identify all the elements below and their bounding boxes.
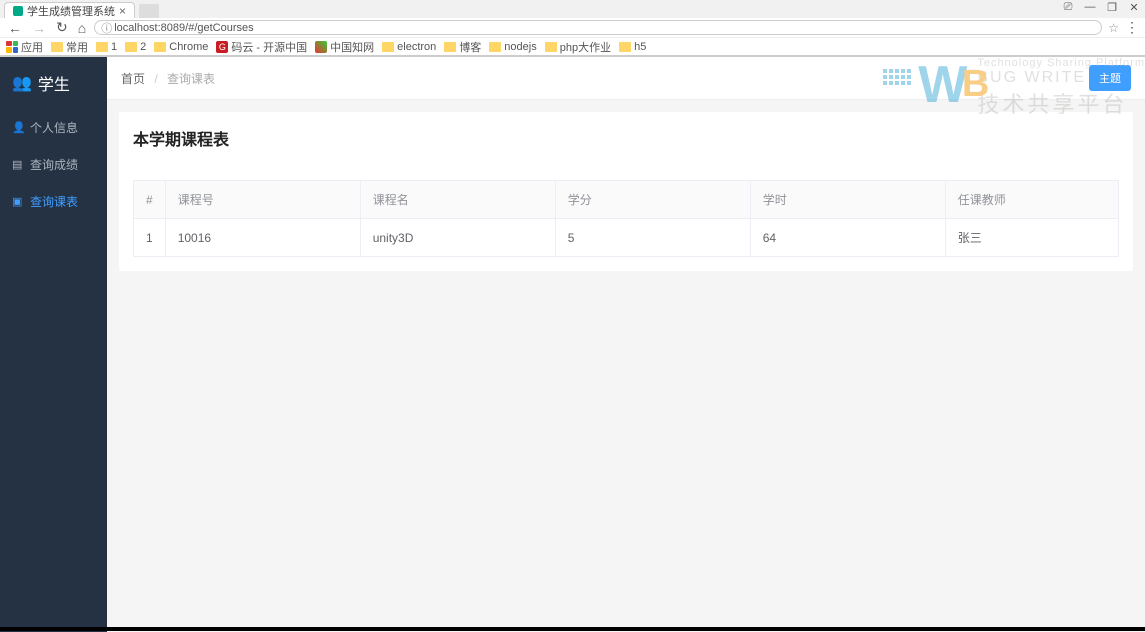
folder-icon [382, 42, 394, 52]
nav-label: 查询课表 [30, 193, 78, 210]
new-tab-button[interactable] [139, 4, 159, 18]
breadcrumb: 首页 / 查询课表 [121, 70, 215, 87]
minimize-icon[interactable]: — [1083, 2, 1097, 12]
apps-icon [6, 41, 18, 53]
bookmark-folder[interactable]: Chrome [154, 41, 208, 53]
sidebar-item-grades[interactable]: ▤ 查询成绩 [0, 146, 107, 183]
th-hours: 学时 [750, 181, 945, 219]
browser-tab[interactable]: 学生成绩管理系统 × [4, 2, 135, 18]
sidebar: 👥 学生 👤 个人信息 ▤ 查询成绩 ▣ 查询课表 [0, 57, 107, 632]
th-course-no: 课程号 [165, 181, 360, 219]
folder-icon [96, 42, 108, 52]
td-hours: 64 [750, 219, 945, 257]
bookmark-folder[interactable]: php大作业 [545, 39, 611, 55]
table-header-row: # 课程号 课程名 学分 学时 任课教师 [134, 181, 1119, 219]
back-button[interactable]: ← [6, 20, 24, 36]
user-icon: 👤 [12, 121, 24, 134]
folder-icon [444, 42, 456, 52]
bookmark-folder[interactable]: h5 [619, 41, 646, 53]
nav-label: 个人信息 [30, 119, 78, 136]
folder-icon [489, 42, 501, 52]
bookmark-folder[interactable]: electron [382, 41, 436, 53]
course-card: 本学期课程表 # 课程号 课程名 学分 学时 任课教师 [119, 112, 1133, 271]
table-row: 1 10016 unity3D 5 64 张三 [134, 219, 1119, 257]
info-icon: ⓘ [101, 20, 112, 36]
users-icon: 👥 [12, 73, 32, 93]
folder-icon [125, 42, 137, 52]
url-text: localhost:8089/#/getCourses [114, 22, 253, 34]
sidebar-title: 学生 [38, 71, 70, 95]
sidebar-header: 👥 学生 [0, 57, 107, 109]
td-index: 1 [134, 219, 166, 257]
tab-close-icon[interactable]: × [119, 4, 126, 18]
folder-icon [51, 42, 63, 52]
th-credit: 学分 [555, 181, 750, 219]
breadcrumb-home[interactable]: 首页 [121, 72, 145, 86]
bookmarks-bar: 应用 常用 1 2 Chrome G码云 - 开源中国 中国知网 electro… [0, 38, 1145, 56]
book-icon: ▣ [12, 195, 24, 208]
favicon-icon [13, 6, 23, 16]
tab-title: 学生成绩管理系统 [27, 3, 115, 19]
bookmark-gitee[interactable]: G码云 - 开源中国 [216, 39, 307, 55]
td-teacher: 张三 [945, 219, 1118, 257]
bookmark-folder[interactable]: 博客 [444, 39, 481, 55]
home-button[interactable]: ⌂ [76, 20, 88, 36]
th-index: # [134, 181, 166, 219]
sidebar-item-courses[interactable]: ▣ 查询课表 [0, 183, 107, 220]
account-icon[interactable]: ⎚ [1061, 2, 1075, 12]
bookmark-folder[interactable]: 2 [125, 41, 146, 53]
bookmark-star-icon[interactable]: ☆ [1108, 21, 1119, 35]
forward-button[interactable]: → [30, 20, 48, 36]
bookmark-folder[interactable]: 1 [96, 41, 117, 53]
apps-bookmark[interactable]: 应用 [6, 39, 43, 55]
theme-button[interactable]: 主题 [1089, 65, 1131, 91]
breadcrumb-current: 查询课表 [167, 72, 215, 86]
th-teacher: 任课教师 [945, 181, 1118, 219]
td-course-no: 10016 [165, 219, 360, 257]
td-course-name: unity3D [360, 219, 555, 257]
folder-icon [545, 42, 557, 52]
nav-label: 查询成绩 [30, 156, 78, 173]
apps-label: 应用 [21, 39, 43, 55]
folder-icon [154, 42, 166, 52]
folder-icon [619, 42, 631, 52]
bookmark-folder[interactable]: 常用 [51, 39, 88, 55]
course-table: # 课程号 课程名 学分 学时 任课教师 1 10016 unity3D [133, 180, 1119, 257]
reload-button[interactable]: ↻ [54, 19, 70, 36]
card-title: 本学期课程表 [133, 126, 1119, 150]
close-icon[interactable]: ✕ [1127, 2, 1141, 12]
gitee-icon: G [216, 41, 228, 53]
sidebar-item-profile[interactable]: 👤 个人信息 [0, 109, 107, 146]
breadcrumb-separator: / [154, 72, 157, 86]
maximize-icon[interactable]: ❐ [1105, 2, 1119, 12]
th-course-name: 课程名 [360, 181, 555, 219]
cnki-icon [315, 41, 327, 53]
bookmark-cnki[interactable]: 中国知网 [315, 39, 374, 55]
list-icon: ▤ [12, 158, 24, 171]
bookmark-folder[interactable]: nodejs [489, 41, 536, 53]
td-credit: 5 [555, 219, 750, 257]
url-bar[interactable]: ⓘ localhost:8089/#/getCourses [94, 20, 1102, 35]
taskbar [0, 627, 1145, 631]
menu-icon[interactable]: ⋮ [1125, 19, 1139, 36]
